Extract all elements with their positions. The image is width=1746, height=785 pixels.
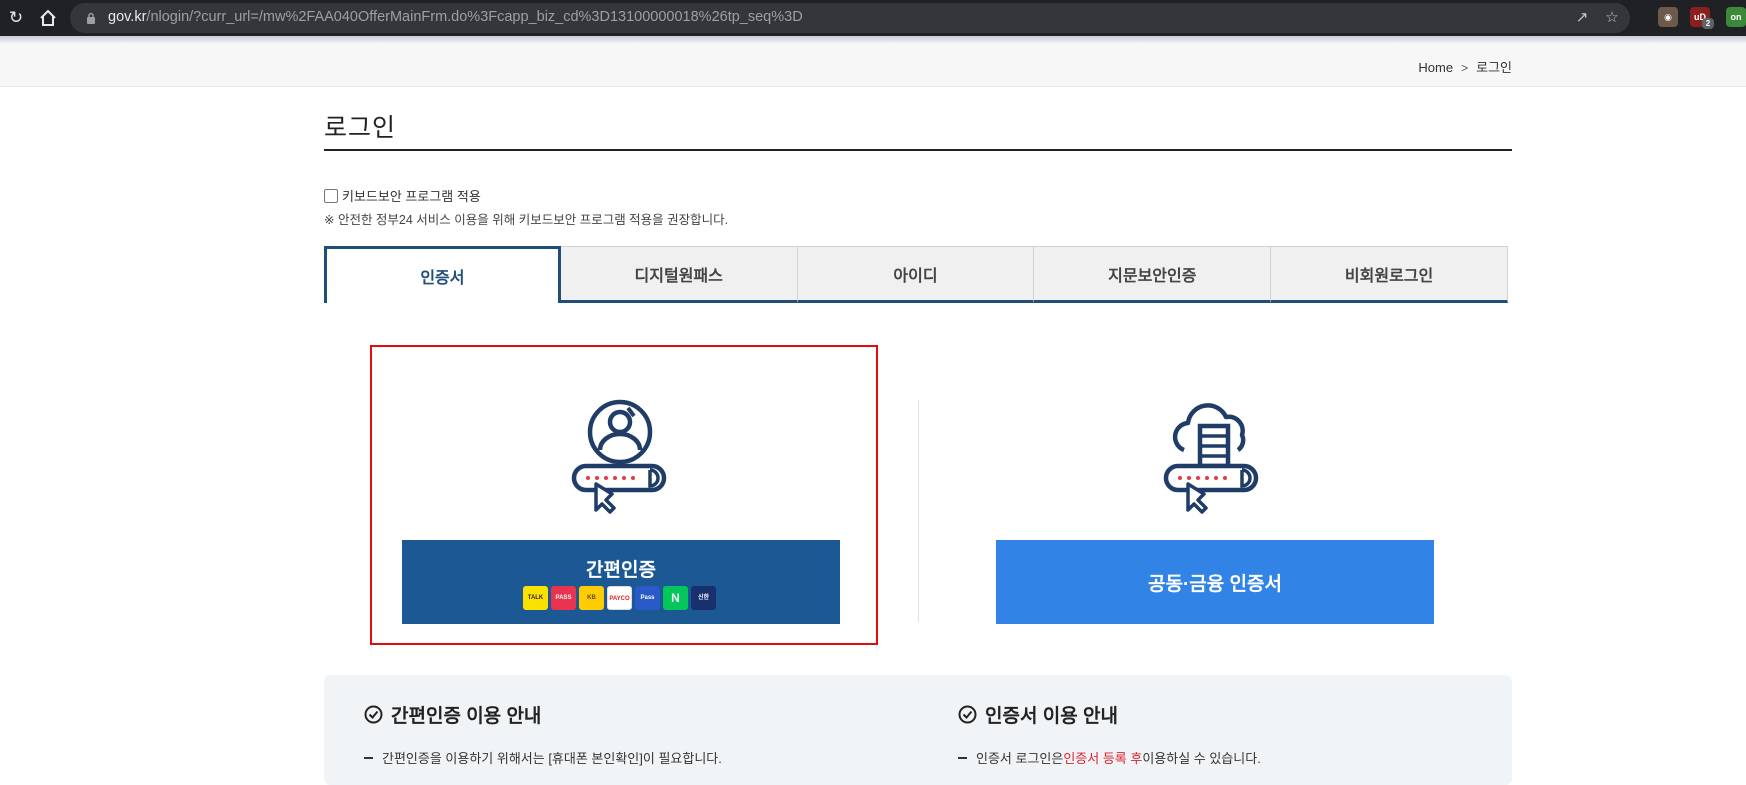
check-circle-icon bbox=[958, 705, 977, 724]
bullet-dash bbox=[364, 756, 373, 759]
tab-certificate[interactable]: 인증서 bbox=[324, 246, 561, 303]
lock-icon bbox=[87, 12, 95, 24]
cloud-server-password-icon bbox=[1163, 403, 1259, 514]
chevron-right-icon: > bbox=[1461, 61, 1469, 75]
certificate-info-text-suffix: 이용하실 수 있습니다. bbox=[1142, 751, 1261, 766]
kb-logo: KB bbox=[579, 586, 604, 610]
certificate-button[interactable]: 공동·금융 인증서 bbox=[996, 540, 1434, 624]
reload-icon[interactable]: ↻ bbox=[4, 6, 28, 30]
extension-badge: 2 bbox=[1702, 18, 1714, 29]
certificate-info: 인증서 이용 안내 인증서 로그인은 인증서 등록 후 이용하실 수 있습니다. bbox=[958, 701, 1261, 767]
title-divider bbox=[324, 149, 1512, 151]
url-text: gov.kr/nlogin/?curr_url=/mw%2FAA040Offer… bbox=[108, 9, 803, 25]
certificate-info-title: 인증서 이용 안내 bbox=[985, 706, 1118, 727]
simple-auth-button[interactable]: 간편인증 TALK PASS KB PAYCO Pass N 신한 bbox=[402, 540, 840, 624]
breadcrumb-current: 로그인 bbox=[1476, 60, 1512, 75]
simple-auth-info-text: 간편인증을 이용하기 위해서는 [휴대폰 본인확인]이 필요합니다. bbox=[382, 751, 722, 766]
breadcrumb-bar: Home > 로그인 bbox=[0, 43, 1746, 87]
tab-id[interactable]: 아이디 bbox=[797, 246, 1035, 303]
simple-auth-provider-logos: TALK PASS KB PAYCO Pass N 신한 bbox=[523, 586, 716, 610]
payco-logo: PAYCO bbox=[607, 586, 632, 610]
tab-digital-onepass[interactable]: 디지털원패스 bbox=[560, 246, 798, 303]
extension-icon[interactable]: on bbox=[1726, 7, 1746, 27]
browser-toolbar: ↻ gov.kr/nlogin/?curr_url=/mw%2FAA040Off… bbox=[0, 0, 1746, 36]
shinhan-logo: 신한 bbox=[691, 586, 716, 610]
toolbar-shadow bbox=[0, 36, 1746, 43]
keyboard-security-note: ※ 안전한 정부24 서비스 이용을 위해 키보드보안 프로그램 적용을 권장합… bbox=[324, 213, 729, 227]
page-title: 로그인 bbox=[324, 114, 397, 142]
address-bar[interactable]: gov.kr/nlogin/?curr_url=/mw%2FAA040Offer… bbox=[70, 3, 1630, 33]
bookmark-star-icon[interactable]: ☆ bbox=[1602, 8, 1622, 28]
share-icon[interactable]: ↗ bbox=[1572, 8, 1592, 28]
pass-logo: PASS bbox=[551, 586, 576, 610]
tab-guest-login[interactable]: 비회원로그인 bbox=[1271, 246, 1508, 303]
check-circle-icon bbox=[364, 705, 383, 724]
breadcrumb-home[interactable]: Home bbox=[1418, 60, 1453, 75]
samsung-pass-logo: Pass bbox=[635, 586, 660, 610]
keyboard-security-option[interactable]: 키보드보안 프로그램 적용 bbox=[324, 186, 481, 205]
user-password-icon bbox=[571, 399, 667, 514]
methods-divider bbox=[918, 400, 919, 622]
naver-logo: N bbox=[663, 586, 688, 610]
kakao-talk-logo: TALK bbox=[523, 586, 548, 610]
certificate-info-text-prefix: 인증서 로그인은 bbox=[976, 751, 1064, 766]
home-icon[interactable] bbox=[36, 6, 60, 30]
certificate-info-text-highlight: 인증서 등록 후 bbox=[1063, 751, 1143, 766]
simple-auth-info-title: 간편인증 이용 안내 bbox=[391, 706, 542, 727]
login-tabs: 인증서 디지털원패스 아이디 지문보안인증 비회원로그인 bbox=[324, 246, 1508, 303]
keyboard-security-checkbox[interactable] bbox=[324, 188, 338, 203]
tab-fingerprint[interactable]: 지문보안인증 bbox=[1034, 246, 1272, 303]
bullet-dash bbox=[958, 756, 967, 759]
breadcrumb: Home > 로그인 bbox=[1418, 57, 1512, 76]
keyboard-security-label: 키보드보안 프로그램 적용 bbox=[342, 189, 481, 204]
extension-avatar-icon[interactable]: ◉ bbox=[1658, 7, 1678, 27]
simple-auth-info: 간편인증 이용 안내 간편인증을 이용하기 위해서는 [휴대폰 본인확인]이 필… bbox=[364, 701, 722, 767]
simple-auth-label: 간편인증 bbox=[586, 560, 656, 581]
